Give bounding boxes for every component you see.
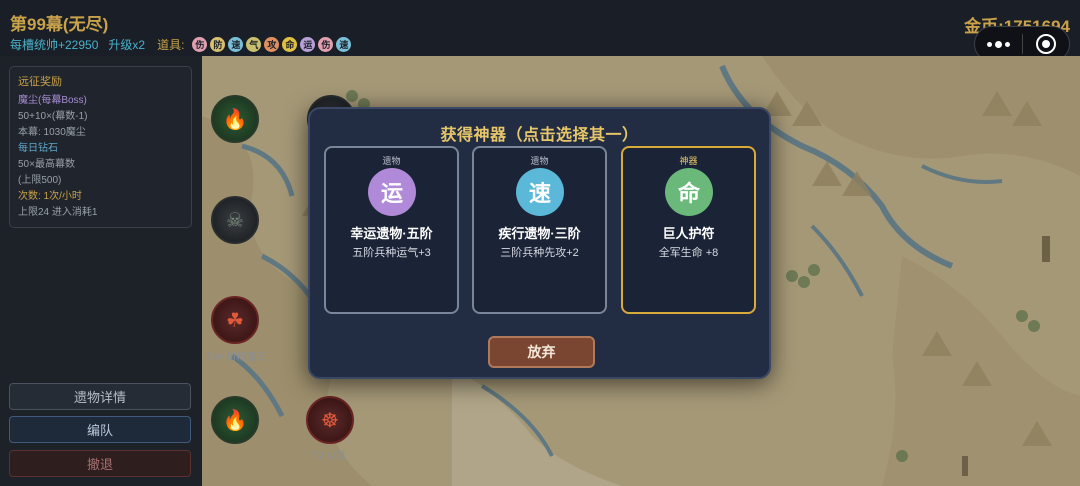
item-chip[interactable]: 伤 xyxy=(192,37,208,52)
card-name: 疾行遗物·三阶 xyxy=(498,226,581,241)
reward-line: 50×最高幕数 xyxy=(18,159,75,170)
reward-line: 次数: 1次/小时 xyxy=(18,191,82,202)
artifact-choice-modal: 获得神器（点击选择其一） 遗物 运 幸运遗物·五阶 五阶兵种运气+3 遗物 速 … xyxy=(308,107,771,379)
speed-icon: 速 xyxy=(516,168,564,216)
map-node-fire-2[interactable]: 🔥 xyxy=(211,396,259,444)
reward-line: 魔尘(每幕Boss) xyxy=(18,95,87,106)
card-desc: 全军生命 +8 xyxy=(658,247,719,259)
treant-icon: ☘ xyxy=(226,309,244,332)
card-type: 遗物 xyxy=(530,156,549,166)
demon-icon: ☸ xyxy=(321,409,339,432)
reward-line: 50+10×(幕数-1) xyxy=(18,111,88,122)
reward-line: 上限24 进入消耗1 xyxy=(18,207,98,218)
artifact-card-giant-amulet[interactable]: 神器 命 巨人护符 全军生命 +8 xyxy=(621,146,756,314)
map-node-fire-demon[interactable]: ☸ xyxy=(306,396,354,444)
team-button[interactable]: 编队 xyxy=(9,416,191,443)
stats-row: 每槽统帅+22950 升级x2 道具: 伤防速气攻命运伤速 xyxy=(10,36,352,53)
items-label: 道具: xyxy=(157,38,185,52)
node-label-fire-demon: T2 火妖 xyxy=(312,451,347,462)
reward-line: 本幕: 1030魔尘 xyxy=(18,127,86,138)
item-chip[interactable]: 防 xyxy=(210,37,226,52)
give-up-button[interactable]: 放弃 xyxy=(488,336,595,368)
reward-box: 远征奖励 魔尘(每幕Boss) 50+10×(幕数-1) 本幕: 1030魔尘 每日钻… xyxy=(9,66,192,228)
card-type: 遗物 xyxy=(382,156,401,166)
reward-line: (上限500) xyxy=(18,175,62,186)
item-chip[interactable]: 伤 xyxy=(318,37,334,52)
map-node-treant-lord[interactable]: ☘ xyxy=(211,296,259,344)
left-panel: 远征奖励 魔尘(每幕Boss) 50+10×(幕数-1) 本幕: 1030魔尘 每日钻… xyxy=(0,56,202,486)
node-label-treant-lord: T5+ 树精魔王 xyxy=(206,352,267,363)
item-chip[interactable]: 气 xyxy=(246,37,262,52)
retreat-button[interactable]: 撤退 xyxy=(9,450,191,477)
card-name: 幸运遗物·五阶 xyxy=(350,226,433,241)
relic-detail-button[interactable]: 遗物详情 xyxy=(9,383,191,410)
reward-title: 远征奖励 xyxy=(18,76,62,88)
commander-stat: 每槽统帅+22950 xyxy=(10,38,99,52)
artifact-card-speed[interactable]: 遗物 速 疾行遗物·三阶 三阶兵种先攻+2 xyxy=(472,146,607,314)
item-chip[interactable]: 速 xyxy=(336,37,352,52)
reward-line: 每日钻石 xyxy=(18,143,58,154)
item-chip[interactable]: 命 xyxy=(282,37,298,52)
artifact-card-luck[interactable]: 遗物 运 幸运遗物·五阶 五阶兵种运气+3 xyxy=(324,146,459,314)
card-desc: 五阶兵种运气+3 xyxy=(352,247,431,259)
card-desc: 三阶兵种先攻+2 xyxy=(500,247,579,259)
modal-title: 获得神器（点击选择其一） xyxy=(440,127,639,144)
upgrade-stat: 升级x2 xyxy=(108,38,146,52)
map-node-dark-beast[interactable]: ☠ xyxy=(211,196,259,244)
fire-icon: 🔥 xyxy=(222,108,248,131)
stage-title: 第99幕(无尽) xyxy=(10,15,109,34)
top-bar: 第99幕(无尽) 金币:1751694 每槽统帅+22950 升级x2 道具: … xyxy=(0,0,1080,56)
item-chip[interactable]: 攻 xyxy=(264,37,280,52)
beast-icon: ☠ xyxy=(226,209,244,232)
card-name: 巨人护符 xyxy=(662,226,715,241)
item-chip[interactable]: 运 xyxy=(300,37,316,52)
item-chip[interactable]: 速 xyxy=(228,37,244,52)
fire-icon: 🔥 xyxy=(222,409,248,432)
card-type: 神器 xyxy=(679,156,698,166)
map-node-fire[interactable]: 🔥 xyxy=(211,95,259,143)
luck-icon: 运 xyxy=(368,168,416,216)
item-chips: 伤防速气攻命运伤速 xyxy=(192,37,352,52)
life-icon: 命 xyxy=(665,168,713,216)
